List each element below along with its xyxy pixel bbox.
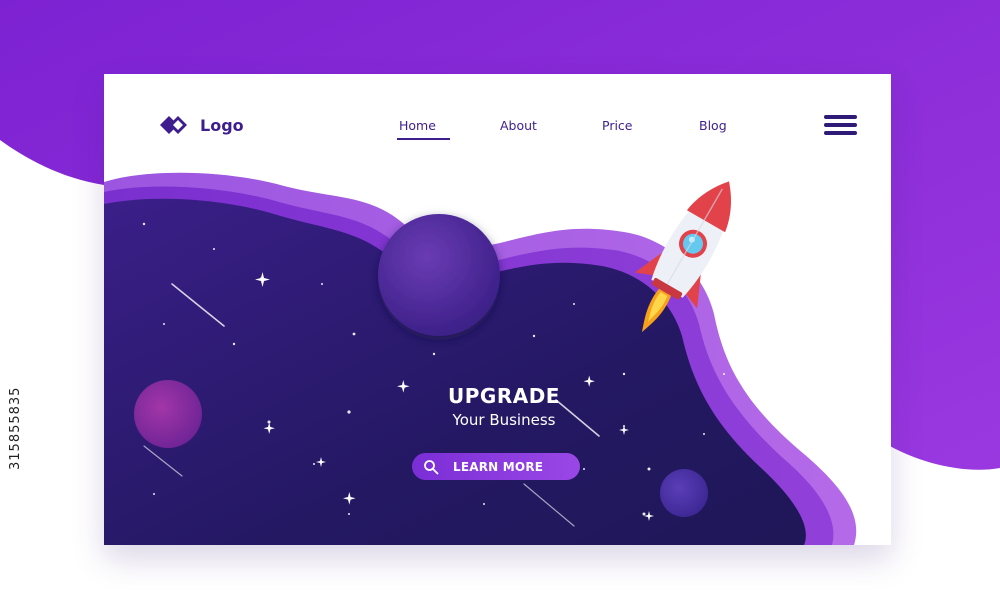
small-planet <box>660 469 708 517</box>
header-nav: Logo Home About Price Blog <box>104 74 891 178</box>
hero-subtitle: Your Business <box>452 411 556 429</box>
learn-more-label: LEARN MORE <box>453 459 544 474</box>
nav-price[interactable]: Price <box>602 118 633 133</box>
logo-text: Logo <box>200 115 244 135</box>
nav-blog[interactable]: Blog <box>699 118 727 133</box>
pink-planet <box>134 380 202 448</box>
logo[interactable]: Logo <box>160 114 244 136</box>
learn-more-button[interactable]: LEARN MORE <box>412 453 580 480</box>
nav-home[interactable]: Home <box>397 118 450 140</box>
hero-headline: UPGRADE Your Business <box>424 384 584 429</box>
large-planet <box>378 214 500 336</box>
stock-id-text: 315855835 <box>8 386 23 470</box>
diamond-logo-icon <box>160 116 187 134</box>
landing-page-card: Logo Home About Price Blog UPGRADE Your … <box>104 74 891 545</box>
search-icon <box>424 459 439 474</box>
hamburger-menu-icon[interactable] <box>824 115 860 135</box>
nav-about[interactable]: About <box>500 118 537 133</box>
hero-title: UPGRADE <box>448 384 560 408</box>
